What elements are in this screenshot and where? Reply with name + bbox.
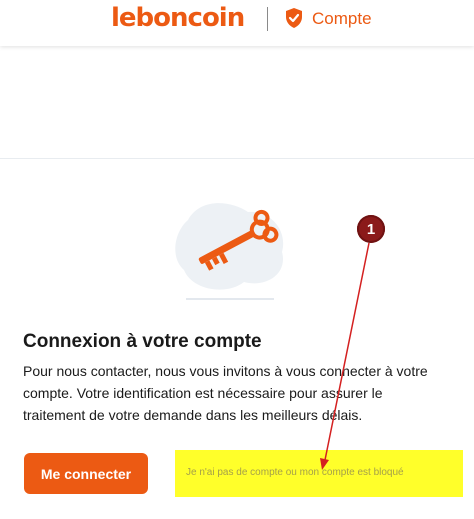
key-icon <box>175 203 284 300</box>
leboncoin-logo[interactable]: leboncoin <box>111 3 245 33</box>
section-divider <box>0 158 474 159</box>
no-account-link[interactable]: Je n'ai pas de compte ou mon compte est … <box>186 467 404 478</box>
header-divider <box>267 7 268 31</box>
login-description: Pour nous contacter, nous vous invitons … <box>23 363 428 423</box>
annotation-badge: 1 <box>357 215 385 243</box>
shield-check-icon <box>286 8 302 28</box>
section-label: Compte <box>312 9 372 28</box>
login-button[interactable]: Me connecter <box>24 453 148 494</box>
top-header: leboncoin Compte <box>0 0 474 46</box>
page-title: Connexion à votre compte <box>23 331 262 352</box>
